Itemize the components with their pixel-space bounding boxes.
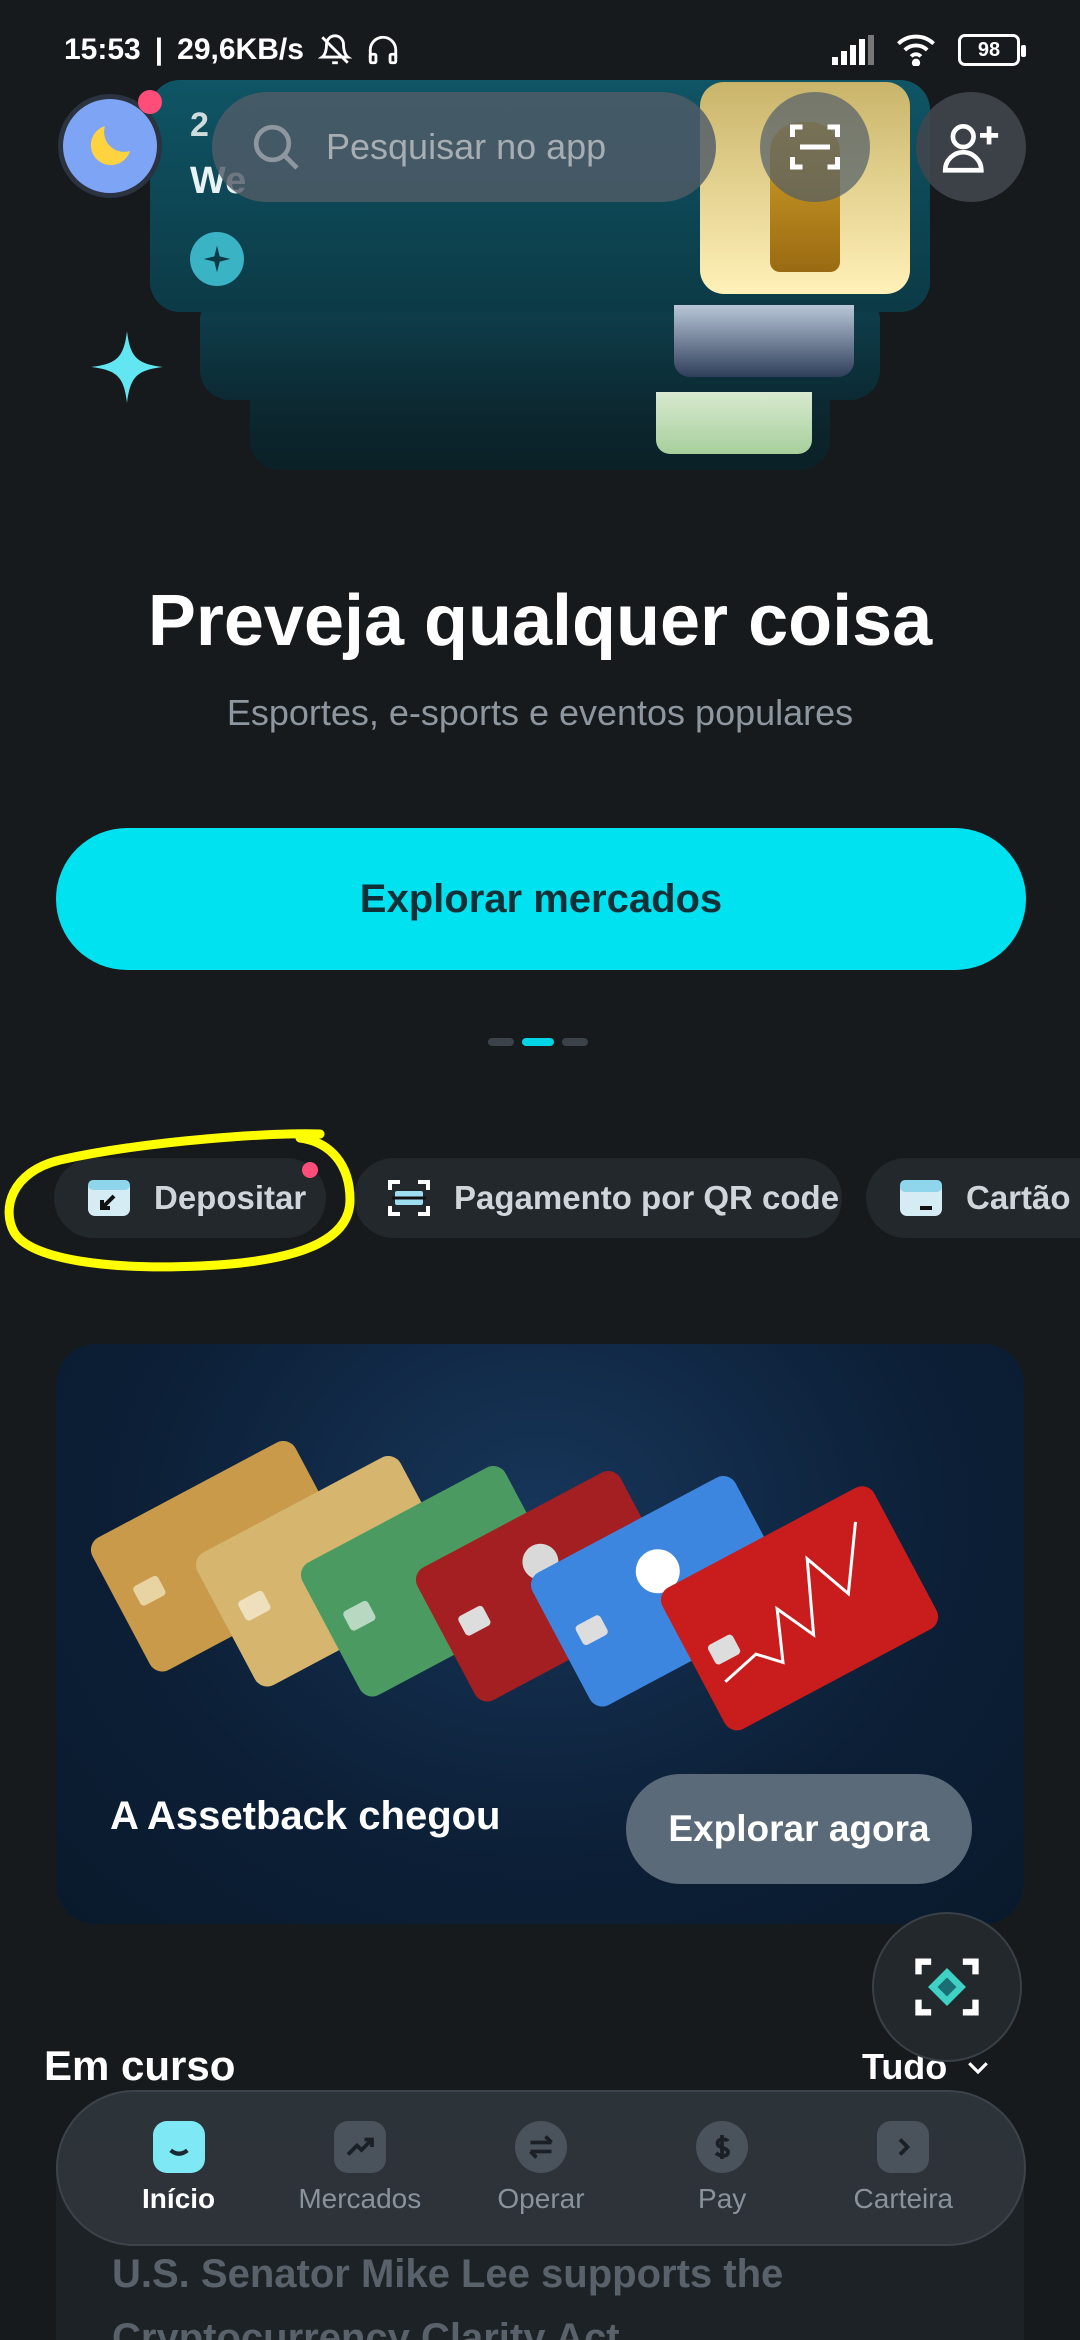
status-network-speed: 29,6KB/s (177, 33, 304, 66)
nav-item-markets[interactable]: Mercados (280, 2121, 440, 2215)
scan-button[interactable] (760, 92, 870, 202)
assetback-banner[interactable]: A Assetback chegou Explorar agora (56, 1344, 1024, 1924)
pager-dot[interactable] (562, 1038, 588, 1046)
hero-thumbnail-2 (674, 305, 854, 377)
nav-item-pay[interactable]: Pay (642, 2121, 802, 2215)
home-icon (152, 2121, 205, 2173)
status-time: 15:53 (64, 33, 141, 66)
floating-scan-button[interactable] (872, 1912, 1022, 2062)
quick-actions-row: Depositar Pagamento por QR code Cartão (0, 1158, 1080, 1238)
card-collection-illustration (90, 1440, 939, 1731)
sparkle-badge-icon (190, 232, 244, 286)
search-bar[interactable] (212, 92, 716, 202)
qr-scan-icon (388, 1180, 430, 1216)
card-icon (900, 1180, 942, 1216)
carousel-pager (488, 1038, 588, 1046)
deposit-chip[interactable]: Depositar (54, 1158, 326, 1238)
news-headline: U.S. Senator Mike Lee supports the Crypt… (112, 2252, 784, 2340)
nav-item-wallet[interactable]: Carteira (823, 2121, 983, 2215)
status-separator: | (154, 33, 164, 66)
card-chip[interactable]: Cartão (866, 1158, 1080, 1238)
qr-payment-chip[interactable]: Pagamento por QR code (354, 1158, 842, 1238)
deposit-label: Depositar (154, 1179, 307, 1216)
banner-title: A Assetback chegou (110, 1794, 501, 1838)
sparkle-icon (91, 331, 163, 403)
explore-markets-button[interactable]: Explorar mercados (56, 828, 1026, 970)
signal-icon (832, 35, 874, 65)
swap-icon (514, 2121, 567, 2173)
chart-icon (333, 2121, 386, 2173)
nav-item-trade[interactable]: Operar (461, 2121, 621, 2215)
bottom-navigation: Início Mercados Operar Pay Carteira (56, 2090, 1026, 2246)
hero-title: Preveja qualquer coisa (147, 581, 933, 661)
hero-subtitle: Esportes, e-sports e eventos populares (226, 692, 854, 733)
pager-dot-active[interactable] (522, 1038, 554, 1046)
nav-label-wallet: Carteira (853, 2183, 954, 2214)
deposit-notification-dot (302, 1162, 318, 1178)
search-icon (253, 124, 299, 170)
card-label: Cartão (966, 1179, 1071, 1216)
status-right: 98 (832, 34, 1026, 66)
deposit-icon (88, 1180, 130, 1216)
explore-now-button[interactable]: Explorar agora (626, 1774, 972, 1884)
in-progress-title: Em curso (44, 2042, 236, 2089)
qr-payment-label: Pagamento por QR code (454, 1179, 840, 1216)
notification-dot (138, 90, 162, 114)
dollar-icon (696, 2121, 749, 2173)
battery-indicator: 98 (958, 34, 1026, 66)
pager-dot[interactable] (488, 1038, 514, 1046)
scan-icon (790, 124, 840, 170)
wifi-icon (897, 34, 935, 66)
search-input[interactable] (326, 126, 686, 168)
nav-label-markets: Mercados (298, 2183, 422, 2214)
wallet-icon (877, 2121, 930, 2173)
nav-label-trade: Operar (497, 2183, 585, 2214)
moon-icon (90, 126, 130, 166)
scan-logo-icon (915, 1958, 979, 2016)
add-friend-button[interactable] (916, 92, 1026, 202)
headphones-icon (368, 35, 398, 65)
status-left: 15:53 | 29,6KB/s (64, 33, 400, 67)
hero-thumbnail-3 (656, 392, 812, 454)
muted-bell-icon (317, 34, 352, 65)
nav-label-pay: Pay (698, 2183, 747, 2214)
nav-label-home: Início (142, 2183, 216, 2214)
hero-card-peek-number: 2 (190, 106, 209, 144)
add-user-icon (942, 124, 999, 173)
nav-item-home[interactable]: Início (99, 2121, 259, 2215)
